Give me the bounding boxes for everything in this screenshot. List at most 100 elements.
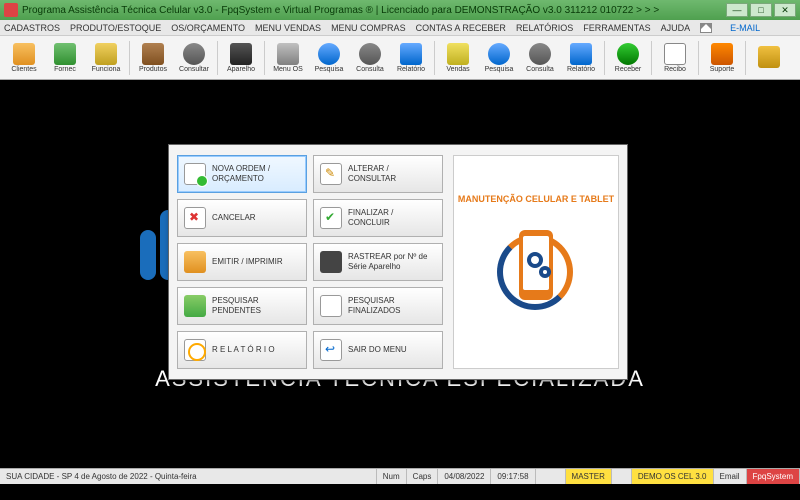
toolbar-aparelho-button[interactable]: Aparelho [221, 38, 261, 78]
toolbar-label: Relatório [397, 66, 425, 73]
toolbar-produtos-button[interactable]: Produtos [133, 38, 173, 78]
sair-menu-icon [320, 339, 342, 361]
dialog-cancelar-button[interactable]: CANCELAR [177, 199, 307, 237]
pesquisa-v-icon [488, 43, 510, 65]
toolbar-relatorio-v-button[interactable]: Relatório [561, 38, 601, 78]
toolbar-receber-button[interactable]: Receber [608, 38, 648, 78]
menu-produto-estoque[interactable]: PRODUTO/ESTOQUE [70, 23, 161, 33]
toolbar-separator [651, 41, 652, 75]
toolbar-funciona-button[interactable]: Funciona [86, 38, 126, 78]
rastrear-icon [320, 251, 342, 273]
status-gap [536, 469, 566, 484]
toolbar-label: Pesquisa [485, 66, 514, 73]
mail-icon [700, 23, 712, 33]
menu-menu-compras[interactable]: MENU COMPRAS [331, 23, 406, 33]
relatorio-icon [184, 339, 206, 361]
main-area: ASSISTENCIA TECNICA ESPECIALIZADA NOVA O… [0, 80, 800, 484]
statusbar: SUA CIDADE - SP 4 de Agosto de 2022 - Qu… [0, 468, 800, 484]
menu-cadastros[interactable]: CADASTROS [4, 23, 60, 33]
toolbar-pesquisa-os-button[interactable]: Pesquisa [309, 38, 349, 78]
receber-icon [617, 43, 639, 65]
status-capslock: Caps [407, 469, 439, 484]
dialog-button-label: NOVA ORDEM / ORÇAMENTO [212, 164, 300, 184]
toolbar-label: Clientes [11, 66, 36, 73]
toolbar-separator [264, 41, 265, 75]
funciona-icon [95, 43, 117, 65]
toolbar-label: Menu OS [273, 66, 303, 73]
maximize-button[interactable]: □ [750, 3, 772, 17]
toolbar-label: Pesquisa [315, 66, 344, 73]
status-brand[interactable]: FpqSystem [747, 469, 800, 484]
minimize-button[interactable]: — [726, 3, 748, 17]
toolbar-clientes-button[interactable]: Clientes [4, 38, 44, 78]
status-email[interactable]: Email [714, 469, 747, 484]
menu-ajuda[interactable]: AJUDA [661, 23, 691, 33]
dialog-pesq-pendentes-button[interactable]: PESQUISAR PENDENTES [177, 287, 307, 325]
dialog-button-label: FINALIZAR / CONCLUIR [348, 208, 436, 228]
toolbar-label: Consulta [526, 66, 554, 73]
toolbar-recibo-button[interactable]: Recibo [655, 38, 695, 78]
window-title: Programa Assistência Técnica Celular v3.… [22, 5, 659, 16]
toolbar-label: Recibo [664, 66, 686, 73]
produtos-icon [142, 43, 164, 65]
consultar-icon [183, 43, 205, 65]
toolbar-fornec-button[interactable]: Fornec [45, 38, 85, 78]
dialog-pesq-final-button[interactable]: PESQUISAR FINALIZADOS [313, 287, 443, 325]
dialog-rastrear-button[interactable]: RASTREAR por Nº de Série Aparelho [313, 243, 443, 281]
status-user: MASTER [566, 469, 612, 484]
clientes-icon [13, 43, 35, 65]
window-titlebar: Programa Assistência Técnica Celular v3.… [0, 0, 800, 20]
menu-relat-rios[interactable]: RELATÓRIOS [516, 23, 573, 33]
toolbar-consulta-v-button[interactable]: Consulta [520, 38, 560, 78]
dialog-relatorio-button[interactable]: R E L A T Ó R I O [177, 331, 307, 369]
relatorio-os-icon [400, 43, 422, 65]
cancelar-icon [184, 207, 206, 229]
menu-contas-a-receber[interactable]: CONTAS A RECEBER [416, 23, 506, 33]
status-date: 04/08/2022 [438, 469, 491, 484]
toolbar-relatorio-os-button[interactable]: Relatório [391, 38, 431, 78]
dialog-nova-ordem-button[interactable]: NOVA ORDEM / ORÇAMENTO [177, 155, 307, 193]
finalizar-icon [320, 207, 342, 229]
brand-logo [491, 210, 581, 330]
dialog-button-label: SAIR DO MENU [348, 345, 407, 355]
status-license: DEMO OS CEL 3.0 [632, 469, 714, 484]
toolbar-sair-button[interactable] [749, 38, 789, 78]
close-button[interactable]: ✕ [774, 3, 796, 17]
toolbar-label: Aparelho [227, 66, 255, 73]
toolbar-label: Produtos [139, 66, 167, 73]
dialog-button-label: PESQUISAR PENDENTES [212, 296, 300, 316]
dialog-finalizar-button[interactable]: FINALIZAR / CONCLUIR [313, 199, 443, 237]
dialog-button-label: PESQUISAR FINALIZADOS [348, 296, 436, 316]
toolbar-separator [698, 41, 699, 75]
dialog-button-label: RASTREAR por Nº de Série Aparelho [348, 252, 436, 272]
menu-os-dialog: NOVA ORDEM / ORÇAMENTO CANCELAR EMITIR / I… [168, 144, 628, 380]
toolbar-consulta-os-button[interactable]: Consulta [350, 38, 390, 78]
toolbar-label: Receber [615, 66, 641, 73]
vendas-icon [447, 43, 469, 65]
app-icon [4, 3, 18, 17]
toolbar-pesquisa-v-button[interactable]: Pesquisa [479, 38, 519, 78]
menu-ferramentas[interactable]: FERRAMENTAS [583, 23, 650, 33]
menu-email[interactable]: E-MAIL [730, 23, 760, 33]
dialog-column-1: NOVA ORDEM / ORÇAMENTO CANCELAR EMITIR / I… [177, 155, 307, 369]
toolbar-menuos-button[interactable]: Menu OS [268, 38, 308, 78]
toolbar-separator [434, 41, 435, 75]
consulta-v-icon [529, 43, 551, 65]
toolbar-label: Suporte [710, 66, 735, 73]
toolbar-suporte-button[interactable]: Suporte [702, 38, 742, 78]
dialog-alterar-button[interactable]: ALTERAR / CONSULTAR [313, 155, 443, 193]
dialog-emitir-button[interactable]: EMITIR / IMPRIMIR [177, 243, 307, 281]
menu-os-or-amento[interactable]: OS/ORÇAMENTO [171, 23, 245, 33]
toolbar-consultar-button[interactable]: Consultar [174, 38, 214, 78]
toolbar-label: Consultar [179, 66, 209, 73]
dialog-column-2: ALTERAR / CONSULTAR FINALIZAR / CONCLUIR R… [313, 155, 443, 369]
menuos-icon [277, 43, 299, 65]
emitir-icon [184, 251, 206, 273]
status-time: 09:17:58 [491, 469, 535, 484]
toolbar-vendas-button[interactable]: Vendas [438, 38, 478, 78]
toolbar-label: Relatório [567, 66, 595, 73]
dialog-sair-menu-button[interactable]: SAIR DO MENU [313, 331, 443, 369]
brand-text: MANUTENÇÃO CELULAR E TABLET [458, 194, 614, 204]
menu-menu-vendas[interactable]: MENU VENDAS [255, 23, 321, 33]
status-gap2 [612, 469, 632, 484]
